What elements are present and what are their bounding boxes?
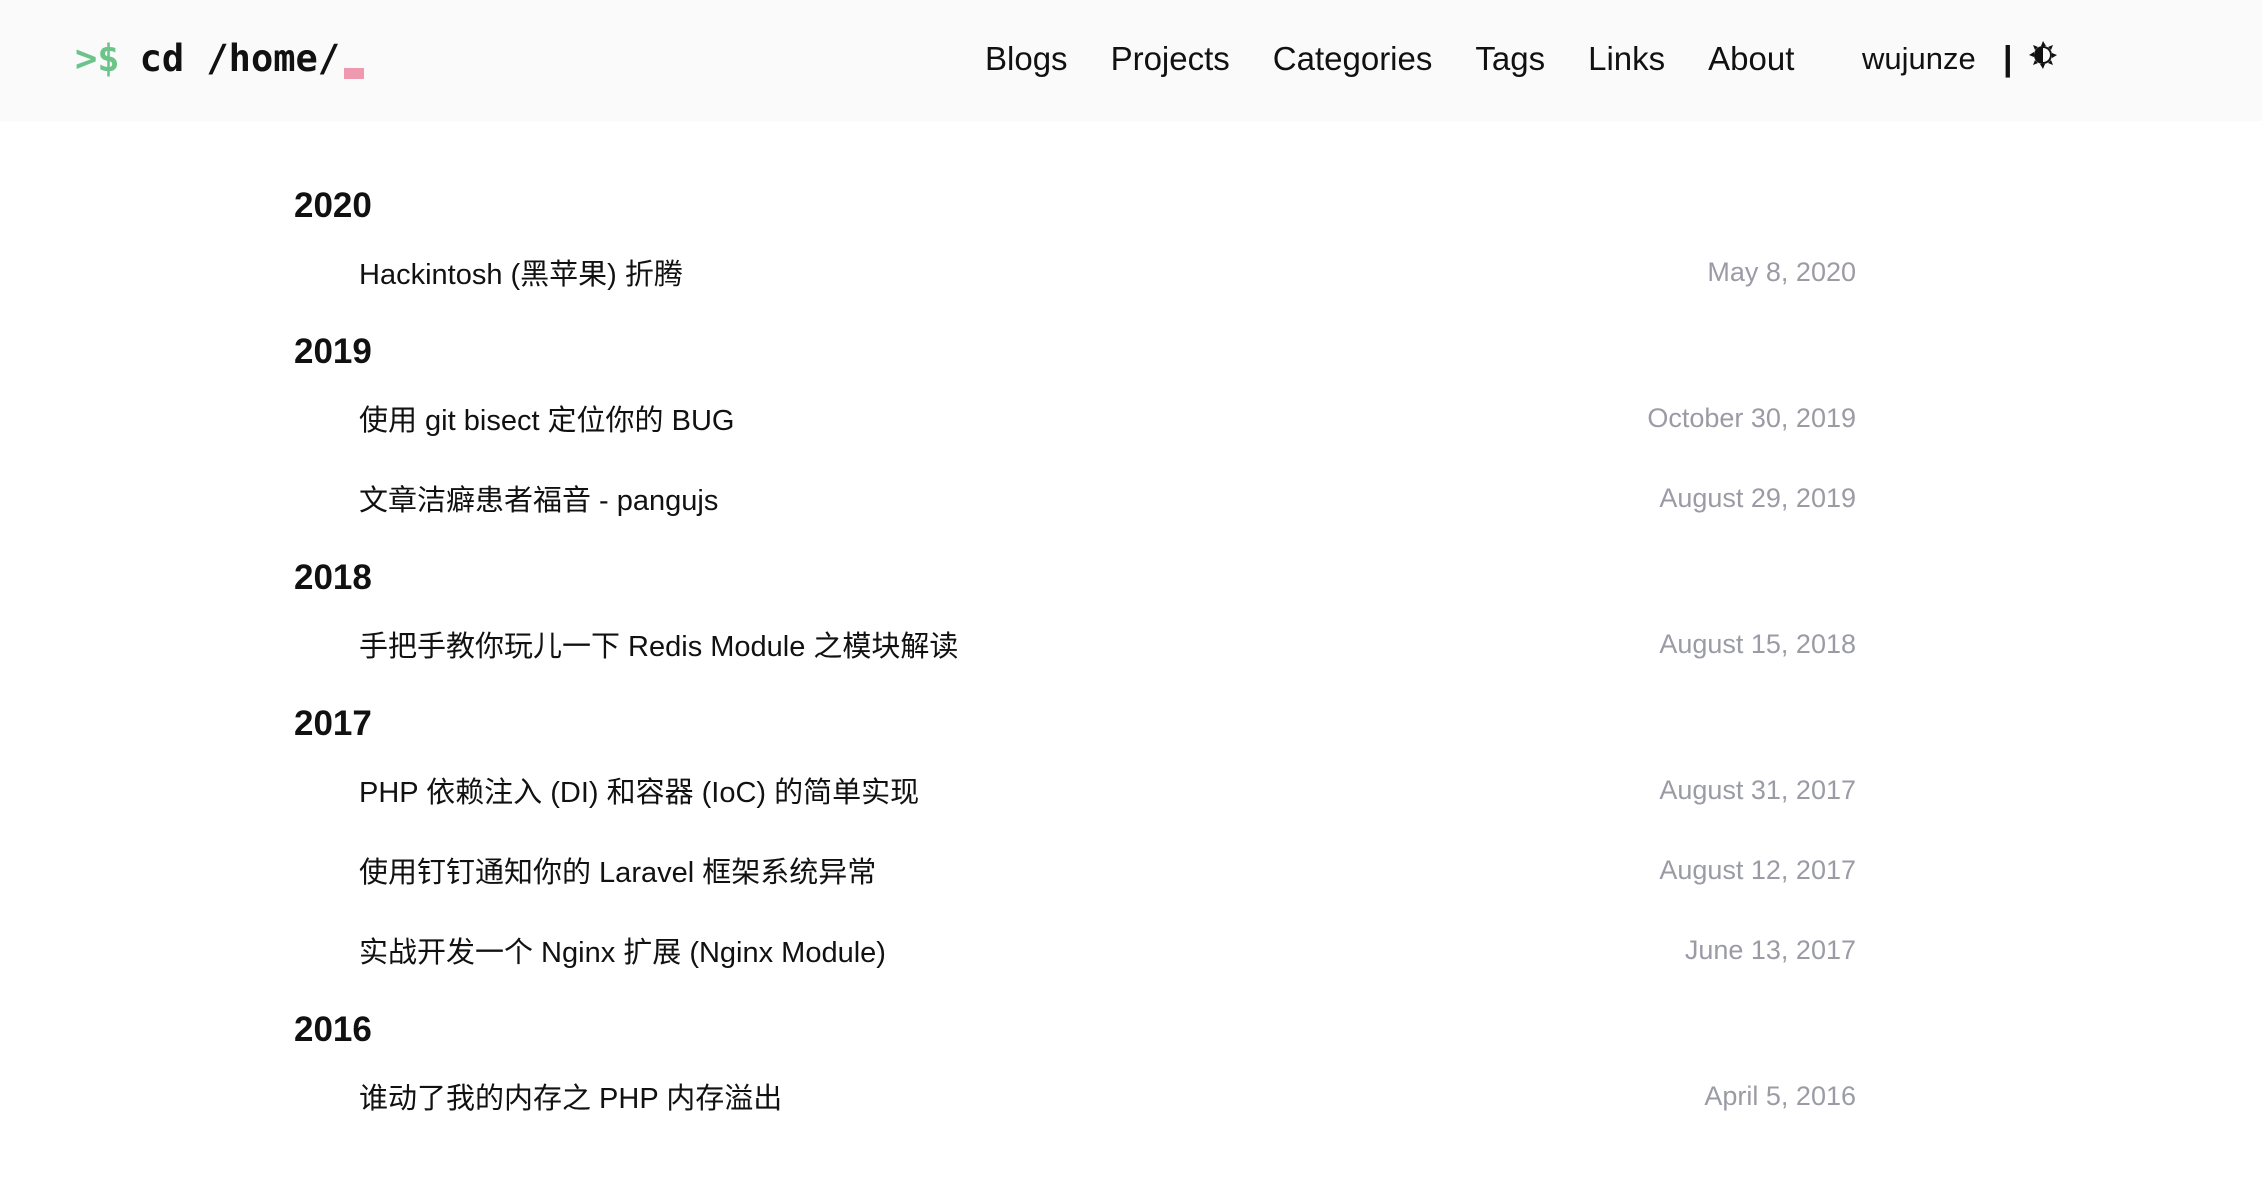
post-item: 使用钉钉通知你的 Laravel 框架系统异常 August 12, 2017 <box>294 830 1856 910</box>
post-title-link[interactable]: 实战开发一个 Nginx 扩展 (Nginx Module) <box>359 929 886 971</box>
post-date: August 31, 2017 <box>1659 774 1856 805</box>
nav-tags[interactable]: Tags <box>1475 40 1545 78</box>
archive-list: 2020 Hackintosh (黑苹果) 折腾 May 8, 2020 201… <box>294 180 1856 1150</box>
post-date: August 15, 2018 <box>1659 628 1856 659</box>
post-title-link[interactable]: 手把手教你玩儿一下 Redis Module 之模块解读 <box>359 623 958 665</box>
year-group-2020: 2020 Hackintosh (黑苹果) 折腾 May 8, 2020 <box>294 180 1856 312</box>
post-date: August 29, 2019 <box>1659 482 1856 513</box>
post-date: August 12, 2017 <box>1659 854 1856 885</box>
year-heading: 2019 <box>294 332 372 371</box>
site-header: >$ cd /home/ Blogs Projects Categories T… <box>0 0 2262 121</box>
nav-projects[interactable]: Projects <box>1111 40 1230 78</box>
user-link[interactable]: wujunze <box>1862 32 1976 86</box>
post-title-link[interactable]: 文章洁癖患者福音 - pangujs <box>359 477 718 519</box>
theme-toggle-icon[interactable] <box>2028 40 2058 70</box>
year-heading: 2016 <box>294 1010 372 1049</box>
year-group-2016: 2016 谁动了我的内存之 PHP 内存溢出 April 5, 2016 <box>294 1004 1856 1136</box>
logo-prompt: >$ <box>75 36 120 80</box>
nav-about[interactable]: About <box>1708 40 1794 78</box>
year-heading: 2017 <box>294 704 372 743</box>
post-title-link[interactable]: PHP 依赖注入 (DI) 和容器 (IoC) 的简单实现 <box>359 769 919 811</box>
post-date: May 8, 2020 <box>1707 256 1856 287</box>
post-item: 文章洁癖患者福音 - pangujs August 29, 2019 <box>294 458 1856 538</box>
post-item: PHP 依赖注入 (DI) 和容器 (IoC) 的简单实现 August 31,… <box>294 750 1856 830</box>
post-date: October 30, 2019 <box>1647 402 1856 433</box>
main-nav: Blogs Projects Categories Tags Links Abo… <box>985 32 1837 86</box>
nav-blogs[interactable]: Blogs <box>985 40 1068 78</box>
post-date: April 5, 2016 <box>1704 1080 1856 1111</box>
site-logo[interactable]: >$ cd /home/ <box>75 32 365 84</box>
year-heading: 2020 <box>294 186 372 225</box>
post-title-link[interactable]: 使用钉钉通知你的 Laravel 框架系统异常 <box>359 849 876 891</box>
post-title-link[interactable]: Hackintosh (黑苹果) 折腾 <box>359 251 683 293</box>
nav-categories[interactable]: Categories <box>1273 40 1433 78</box>
post-item: 实战开发一个 Nginx 扩展 (Nginx Module) June 13, … <box>294 910 1856 990</box>
year-group-2019: 2019 使用 git bisect 定位你的 BUG October 30, … <box>294 326 1856 538</box>
nav-separator: | <box>2003 39 2013 78</box>
logo-path: cd /home/ <box>139 36 341 80</box>
nav-links[interactable]: Links <box>1588 40 1665 78</box>
year-heading: 2018 <box>294 558 372 597</box>
year-group-2017: 2017 PHP 依赖注入 (DI) 和容器 (IoC) 的简单实现 Augus… <box>294 698 1856 990</box>
year-group-2018: 2018 手把手教你玩儿一下 Redis Module 之模块解读 August… <box>294 552 1856 684</box>
post-date: June 13, 2017 <box>1684 934 1856 965</box>
post-item: Hackintosh (黑苹果) 折腾 May 8, 2020 <box>294 232 1856 312</box>
cursor-block <box>344 68 365 79</box>
post-title-link[interactable]: 使用 git bisect 定位你的 BUG <box>359 397 734 439</box>
post-item: 手把手教你玩儿一下 Redis Module 之模块解读 August 15, … <box>294 604 1856 684</box>
post-item: 谁动了我的内存之 PHP 内存溢出 April 5, 2016 <box>294 1056 1856 1136</box>
post-item: 使用 git bisect 定位你的 BUG October 30, 2019 <box>294 378 1856 458</box>
post-title-link[interactable]: 谁动了我的内存之 PHP 内存溢出 <box>359 1075 782 1117</box>
